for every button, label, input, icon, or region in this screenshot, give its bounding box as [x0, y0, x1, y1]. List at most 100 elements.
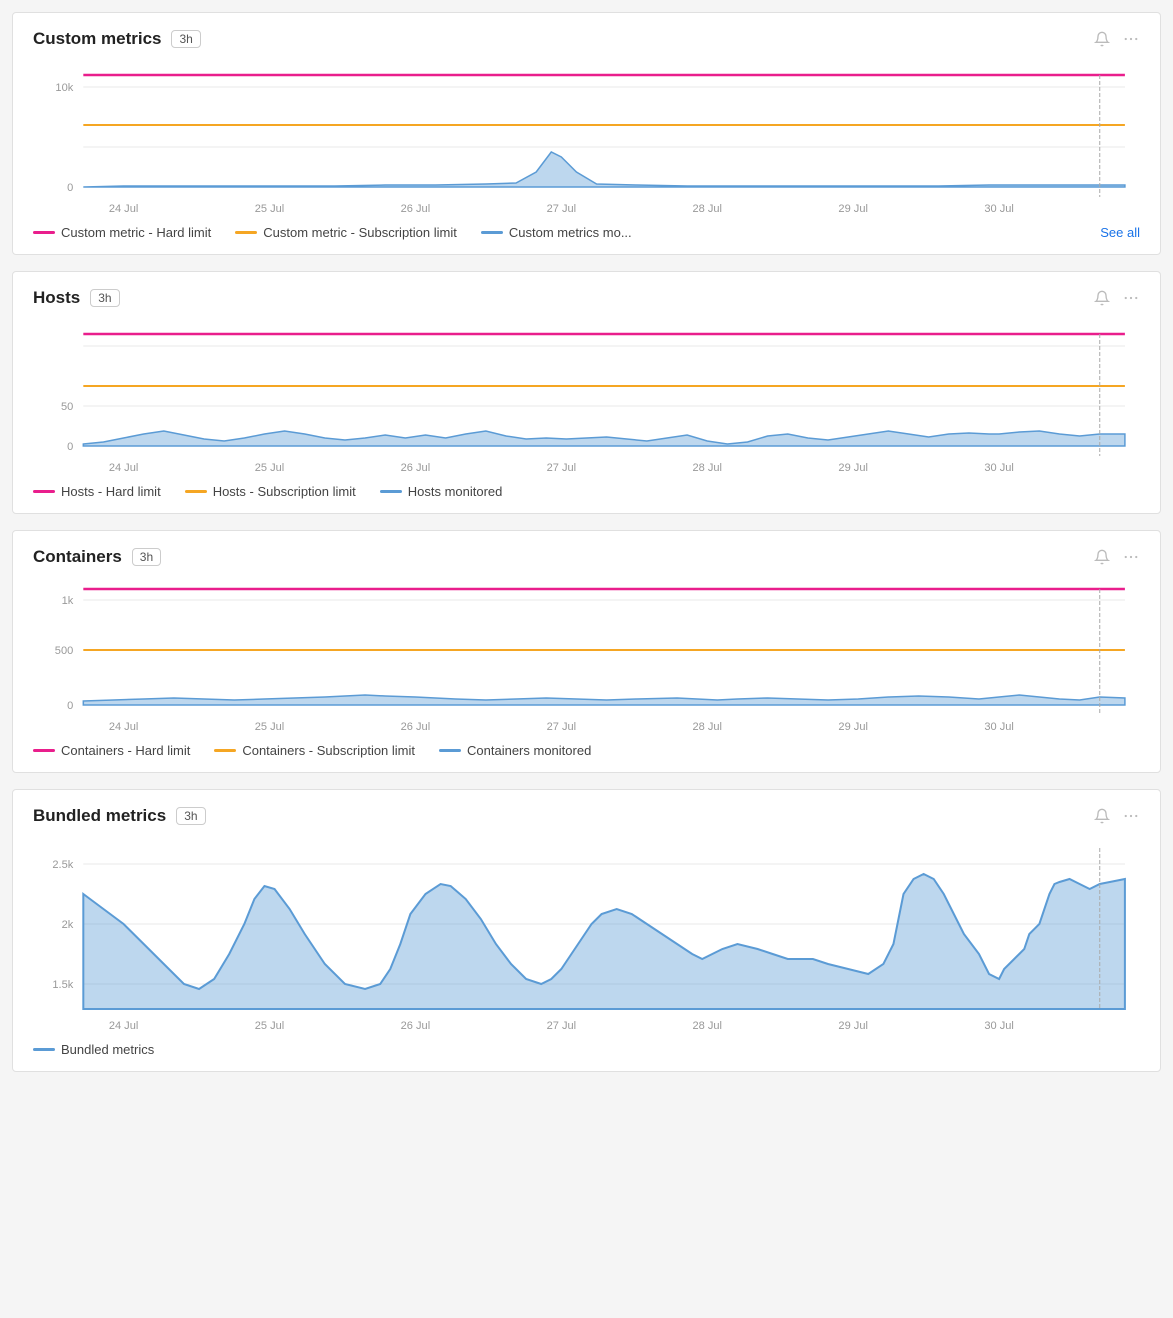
containers-panel: Containers 3h 1k 500 0 24 Jul 25 Jul 26 …	[12, 530, 1161, 773]
panel-title: Hosts	[33, 288, 80, 308]
svg-text:26 Jul: 26 Jul	[401, 721, 430, 733]
legend-item-hard-limit: Custom metric - Hard limit	[33, 225, 211, 240]
bell-icon[interactable]	[1094, 31, 1110, 47]
svg-text:1.5k: 1.5k	[52, 979, 73, 991]
legend-item-hard-limit: Containers - Hard limit	[33, 743, 190, 758]
legend-item-subscription-limit: Custom metric - Subscription limit	[235, 225, 457, 240]
panel-header: Hosts 3h	[33, 288, 1140, 308]
legend: Containers - Hard limit Containers - Sub…	[33, 743, 1140, 758]
bell-icon[interactable]	[1094, 290, 1110, 306]
legend-label: Containers monitored	[467, 743, 591, 758]
legend-item-subscription-limit: Containers - Subscription limit	[214, 743, 415, 758]
svg-text:29 Jul: 29 Jul	[838, 721, 867, 733]
see-all-link[interactable]: See all	[1100, 225, 1140, 240]
header-right	[1094, 289, 1140, 307]
header-left: Hosts 3h	[33, 288, 120, 308]
svg-text:2.5k: 2.5k	[52, 859, 73, 871]
svg-text:25 Jul: 25 Jul	[255, 721, 284, 733]
panel-header: Bundled metrics 3h	[33, 806, 1140, 826]
svg-text:24 Jul: 24 Jul	[109, 1020, 138, 1032]
time-badge[interactable]: 3h	[171, 30, 200, 48]
svg-text:26 Jul: 26 Jul	[401, 1020, 430, 1032]
more-icon[interactable]	[1122, 548, 1140, 566]
svg-text:24 Jul: 24 Jul	[109, 203, 138, 215]
legend-color	[33, 490, 55, 493]
svg-text:25 Jul: 25 Jul	[255, 203, 284, 215]
more-icon[interactable]	[1122, 807, 1140, 825]
header-right	[1094, 548, 1140, 566]
more-icon[interactable]	[1122, 30, 1140, 48]
custom-metrics-panel: Custom metrics 3h 10k 0 24 Jul 25 Jul 26…	[12, 12, 1161, 255]
svg-text:24 Jul: 24 Jul	[109, 721, 138, 733]
legend-item-bundled-metrics: Bundled metrics	[33, 1042, 154, 1057]
svg-text:10k: 10k	[55, 82, 73, 94]
time-badge[interactable]: 3h	[132, 548, 161, 566]
legend-item-subscription-limit: Hosts - Subscription limit	[185, 484, 356, 499]
bundled-metrics-chart: 2.5k 2k 1.5k 24 Jul 25 Jul 26 Jul 27 Jul…	[33, 834, 1140, 1034]
legend-label: Custom metrics mo...	[509, 225, 632, 240]
legend-item-hosts-monitored: Hosts monitored	[380, 484, 503, 499]
legend-color	[33, 1048, 55, 1051]
svg-text:50: 50	[61, 401, 73, 413]
time-badge[interactable]: 3h	[176, 807, 205, 825]
svg-text:29 Jul: 29 Jul	[838, 1020, 867, 1032]
legend: Custom metric - Hard limit Custom metric…	[33, 225, 1140, 240]
svg-text:30 Jul: 30 Jul	[984, 462, 1013, 474]
time-badge[interactable]: 3h	[90, 289, 119, 307]
legend-color	[439, 749, 461, 752]
svg-text:27 Jul: 27 Jul	[547, 462, 576, 474]
legend-color	[214, 749, 236, 752]
svg-text:30 Jul: 30 Jul	[984, 203, 1013, 215]
bell-icon[interactable]	[1094, 549, 1110, 565]
legend-label: Hosts - Hard limit	[61, 484, 161, 499]
svg-text:28 Jul: 28 Jul	[693, 462, 722, 474]
header-left: Custom metrics 3h	[33, 29, 201, 49]
legend-label: Containers - Subscription limit	[242, 743, 415, 758]
legend-label: Hosts - Subscription limit	[213, 484, 356, 499]
bell-icon[interactable]	[1094, 808, 1110, 824]
svg-text:28 Jul: 28 Jul	[693, 1020, 722, 1032]
legend-item-hard-limit: Hosts - Hard limit	[33, 484, 161, 499]
svg-text:28 Jul: 28 Jul	[693, 721, 722, 733]
header-left: Containers 3h	[33, 547, 161, 567]
svg-text:0: 0	[67, 441, 73, 453]
legend-color	[33, 749, 55, 752]
panel-header: Custom metrics 3h	[33, 29, 1140, 49]
legend-color	[185, 490, 207, 493]
legend: Bundled metrics	[33, 1042, 1140, 1057]
svg-text:26 Jul: 26 Jul	[401, 462, 430, 474]
custom-metrics-chart: 10k 0 24 Jul 25 Jul 26 Jul 27 Jul 28 Jul…	[33, 57, 1140, 217]
legend-color	[380, 490, 402, 493]
panel-title: Bundled metrics	[33, 806, 166, 826]
panel-header: Containers 3h	[33, 547, 1140, 567]
bundled-metrics-panel: Bundled metrics 3h 2.5k 2k 1.5k 24 Jul 2…	[12, 789, 1161, 1072]
legend-label: Bundled metrics	[61, 1042, 154, 1057]
svg-text:0: 0	[67, 182, 73, 194]
legend: Hosts - Hard limit Hosts - Subscription …	[33, 484, 1140, 499]
legend-color	[235, 231, 257, 234]
svg-text:24 Jul: 24 Jul	[109, 462, 138, 474]
more-icon[interactable]	[1122, 289, 1140, 307]
legend-label: Custom metric - Subscription limit	[263, 225, 457, 240]
header-left: Bundled metrics 3h	[33, 806, 206, 826]
svg-text:25 Jul: 25 Jul	[255, 1020, 284, 1032]
legend-item-custom-metrics: Custom metrics mo...	[481, 225, 632, 240]
legend-label: Custom metric - Hard limit	[61, 225, 211, 240]
svg-text:26 Jul: 26 Jul	[401, 203, 430, 215]
hosts-chart: 50 0 24 Jul 25 Jul 26 Jul 27 Jul 28 Jul …	[33, 316, 1140, 476]
svg-text:27 Jul: 27 Jul	[547, 1020, 576, 1032]
legend-color	[33, 231, 55, 234]
svg-text:29 Jul: 29 Jul	[838, 462, 867, 474]
header-right	[1094, 807, 1140, 825]
legend-item-containers-monitored: Containers monitored	[439, 743, 591, 758]
header-right	[1094, 30, 1140, 48]
svg-text:1k: 1k	[62, 595, 74, 607]
svg-text:28 Jul: 28 Jul	[693, 203, 722, 215]
panel-title: Containers	[33, 547, 122, 567]
panel-title: Custom metrics	[33, 29, 161, 49]
svg-text:30 Jul: 30 Jul	[984, 721, 1013, 733]
svg-text:27 Jul: 27 Jul	[547, 721, 576, 733]
legend-color	[481, 231, 503, 234]
containers-chart: 1k 500 0 24 Jul 25 Jul 26 Jul 27 Jul 28 …	[33, 575, 1140, 735]
svg-text:0: 0	[67, 700, 73, 712]
